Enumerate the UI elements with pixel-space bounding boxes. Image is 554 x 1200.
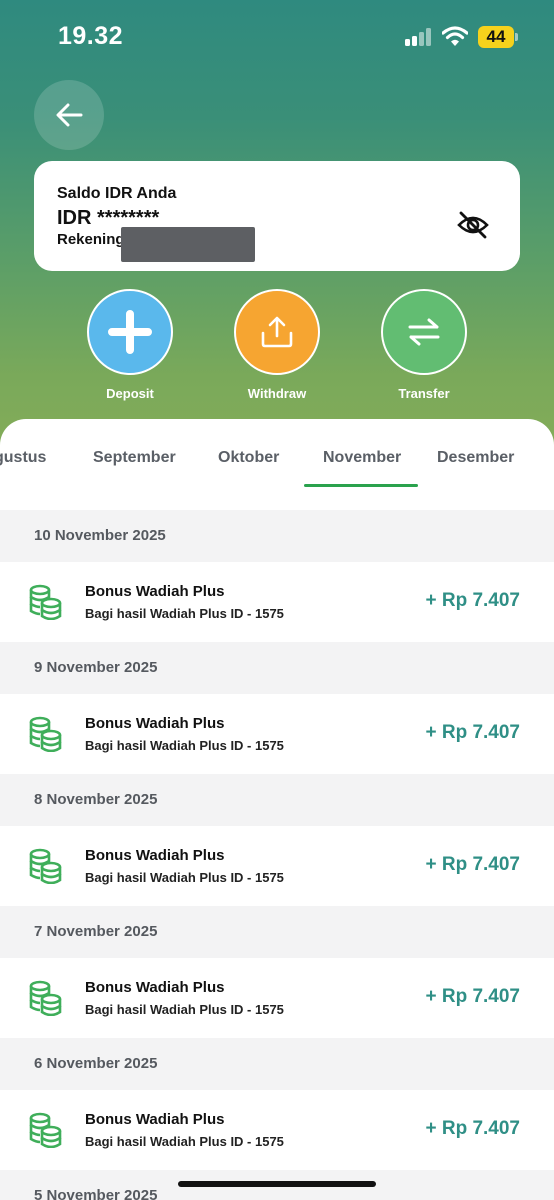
withdraw-label: Withdraw <box>247 386 307 401</box>
transfer-button[interactable] <box>381 289 467 375</box>
transaction-list: 10 November 2025 Bonus Wadiah Plus Bagi … <box>0 510 554 1200</box>
status-time: 19.32 <box>58 22 124 50</box>
battery-indicator: 44 <box>478 26 514 48</box>
transaction-row[interactable]: Bonus Wadiah Plus Bagi hasil Wadiah Plus… <box>0 694 554 774</box>
wifi-icon <box>441 25 469 47</box>
deposit-button[interactable] <box>87 289 173 375</box>
back-button[interactable] <box>34 80 104 150</box>
date-header: 9 November 2025 <box>0 642 554 694</box>
status-bar: 19.32 44 <box>0 0 554 74</box>
cellular-signal-icon <box>405 28 433 46</box>
tab-desember[interactable]: Desember <box>437 449 514 467</box>
date-header: 10 November 2025 <box>0 510 554 562</box>
transaction-subtitle: Bagi hasil Wadiah Plus ID - 1575 <box>85 1134 284 1149</box>
transaction-title: Bonus Wadiah Plus <box>85 847 225 864</box>
transaction-subtitle: Bagi hasil Wadiah Plus ID - 1575 <box>85 1002 284 1017</box>
transaction-row[interactable]: Bonus Wadiah Plus Bagi hasil Wadiah Plus… <box>0 562 554 642</box>
transaction-amount: + Rp 7.407 <box>425 1118 520 1139</box>
coins-icon <box>28 716 62 753</box>
date-header: 8 November 2025 <box>0 774 554 826</box>
home-indicator[interactable] <box>178 1181 376 1187</box>
month-tabs: gustus September Oktober November Desemb… <box>0 419 554 507</box>
deposit-action[interactable]: Deposit <box>70 289 190 401</box>
transaction-title: Bonus Wadiah Plus <box>85 583 225 600</box>
transaction-amount: + Rp 7.407 <box>425 986 520 1007</box>
balance-title: Saldo IDR Anda <box>57 185 177 202</box>
redacted-account-number <box>121 227 255 262</box>
transfer-label: Transfer <box>398 386 450 401</box>
account-label: Rekening <box>57 231 125 248</box>
swap-arrows-icon <box>408 318 440 346</box>
transaction-subtitle: Bagi hasil Wadiah Plus ID - 1575 <box>85 606 284 621</box>
upload-icon <box>261 316 293 348</box>
arrow-left-icon <box>56 103 83 127</box>
transaction-row[interactable]: Bonus Wadiah Plus Bagi hasil Wadiah Plus… <box>0 826 554 906</box>
transaction-title: Bonus Wadiah Plus <box>85 1111 225 1128</box>
coins-icon <box>28 848 62 885</box>
tab-oktober[interactable]: Oktober <box>218 449 279 467</box>
selected-tab-indicator <box>304 484 418 487</box>
transaction-amount: + Rp 7.407 <box>425 722 520 743</box>
balance-card: Saldo IDR Anda IDR ******** Rekening <box>34 161 520 271</box>
transaction-subtitle: Bagi hasil Wadiah Plus ID - 1575 <box>85 738 284 753</box>
plus-icon <box>108 310 152 354</box>
date-header: 6 November 2025 <box>0 1038 554 1090</box>
transaction-title: Bonus Wadiah Plus <box>85 979 225 996</box>
transaction-title: Bonus Wadiah Plus <box>85 715 225 732</box>
coins-icon <box>28 980 62 1017</box>
coins-icon <box>28 1112 62 1149</box>
battery-tip <box>515 33 518 41</box>
transaction-row[interactable]: Bonus Wadiah Plus Bagi hasil Wadiah Plus… <box>0 958 554 1038</box>
transaction-amount: + Rp 7.407 <box>425 854 520 875</box>
withdraw-button[interactable] <box>234 289 320 375</box>
transaction-amount: + Rp 7.407 <box>425 590 520 611</box>
transaction-subtitle: Bagi hasil Wadiah Plus ID - 1575 <box>85 870 284 885</box>
withdraw-action[interactable]: Withdraw <box>217 289 337 401</box>
transaction-row[interactable]: Bonus Wadiah Plus Bagi hasil Wadiah Plus… <box>0 1090 554 1170</box>
transaction-sheet: gustus September Oktober November Desemb… <box>0 419 554 1200</box>
tab-september[interactable]: September <box>93 449 176 467</box>
tab-november[interactable]: November <box>323 449 401 467</box>
transfer-action[interactable]: Transfer <box>364 289 484 401</box>
coins-icon <box>28 584 62 621</box>
date-header: 7 November 2025 <box>0 906 554 958</box>
tab-agustus[interactable]: gustus <box>0 449 46 467</box>
deposit-label: Deposit <box>106 386 154 401</box>
hide-balance-eye-icon[interactable] <box>457 210 489 240</box>
